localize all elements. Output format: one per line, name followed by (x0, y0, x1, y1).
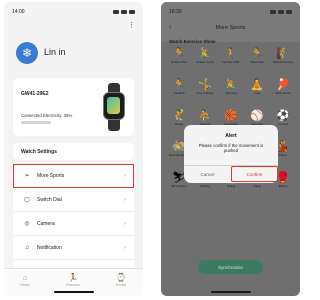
sport-label: Spinning (225, 91, 237, 95)
sport-label: Yoga (253, 91, 261, 95)
wifi-icon (121, 10, 127, 14)
sport-item-outdoor-cycle[interactable]: 🚴 Outdoor Cycle (192, 48, 218, 64)
alert-title: Alert (225, 133, 237, 139)
sport-label: Boxing (278, 184, 288, 188)
tab-label: Device (115, 283, 127, 287)
settings-menu: ➢ More Sports › ▢ Switch Dial › ◎ Camera › ♫ Notif… (13, 164, 134, 284)
tab-label: Home (20, 283, 30, 287)
sport-label: Indoor Run (250, 60, 264, 64)
sport-label: Outdoor Cycle (196, 60, 214, 64)
section-title: Watch Exercise Show (169, 39, 216, 44)
smartwatch-image (102, 83, 126, 131)
chevron-right-icon: › (124, 244, 126, 251)
home-icon: ⌂ (22, 273, 28, 282)
sport-item-spinning[interactable]: 🚴 Spinning (218, 79, 244, 95)
battery-status: Connected Electricity: 35% (21, 113, 73, 118)
bell-icon: ♫ (24, 244, 30, 251)
status-bar: 14:00 (12, 8, 135, 16)
alert-message: Please confirm if the movement is pushed (198, 143, 264, 154)
sport-item-skipping[interactable]: ⛹ Skipping (192, 110, 218, 126)
watch-icon: ⌚ (116, 273, 126, 282)
status-icons (270, 10, 292, 14)
sport-label: Ski Jumping (171, 184, 187, 188)
status-icons (113, 10, 135, 14)
tab-home[interactable]: ⌂ Home (10, 273, 40, 287)
wifi-icon (278, 10, 284, 14)
sport-item-indoor-run[interactable]: 🏃 Indoor Run (244, 48, 270, 64)
page-title: More Sports (215, 25, 246, 31)
device-screen-more-sports: 18:30 ‹ More Sports Watch Exercise Show … (161, 2, 300, 296)
run-icon: 🏃 (68, 273, 78, 282)
screenshot-canvas: 14:00 ⋮ ❄ Lin in GW41-29E2 Connected Ele… (0, 0, 305, 300)
tab-device[interactable]: ⌚ Device (106, 273, 136, 287)
tab-exercise[interactable]: 🏃 Exercise (58, 273, 88, 287)
chevron-right-icon: › (124, 196, 126, 203)
sport-item-sit-ups[interactable]: 🤾 Sit-ups (166, 110, 192, 126)
sport-item-baseball[interactable]: ⚾ Baseball (244, 110, 270, 126)
menu-item-label: More Sports (37, 172, 65, 179)
device-id-placeholder (21, 121, 51, 124)
sport-item-outdoor-walk[interactable]: 🚶 Outdoor Walk (218, 48, 244, 64)
menu-item-label: Camera (37, 220, 55, 227)
menu-item-label: Notification (37, 244, 62, 251)
sport-item-football[interactable]: ⚽ Football (270, 110, 296, 126)
camera-icon: ◎ (24, 221, 30, 227)
device-card[interactable]: GW41-29E2 Connected Electricity: 35% (13, 78, 134, 136)
sport-label: Mountaineering (273, 60, 293, 64)
sport-label: Free Training (196, 91, 214, 95)
send-icon: ➢ (24, 173, 30, 179)
battery-icon (129, 10, 135, 14)
device-screen-phone: 14:00 ⋮ ❄ Lin in GW41-29E2 Connected Ele… (4, 2, 143, 296)
sport-label: Treadmill (173, 91, 185, 95)
battery-icon (286, 10, 292, 14)
status-time: 14:00 (12, 9, 25, 15)
sport-label: Hiking (253, 184, 261, 188)
bottom-tab-bar: ⌂ Home 🏃 Exercise ⌚ Device (4, 268, 143, 296)
home-indicator (210, 291, 251, 293)
tab-label: Exercise (66, 283, 80, 287)
chevron-right-icon: › (124, 220, 126, 227)
status-bar: 18:30 (169, 8, 292, 16)
confirm-button[interactable]: Confirm (231, 166, 278, 182)
sport-label: Table Tennis (275, 91, 291, 95)
signal-icon (113, 10, 119, 14)
sport-label: Outdoor Run (170, 60, 187, 64)
menu-item-camera[interactable]: ◎ Camera › (13, 212, 134, 236)
cancel-button[interactable]: Cancel (184, 166, 231, 182)
sport-item-free-training[interactable]: 🤸 Free Training (192, 79, 218, 95)
sport-item-basketball[interactable]: 🏀 Basketball (218, 110, 244, 126)
menu-item-switch-dial[interactable]: ▢ Switch Dial › (13, 188, 134, 212)
status-time: 18:30 (169, 9, 182, 15)
watch-settings-header: Watch Settings (13, 143, 134, 160)
user-name: Lin in (44, 47, 66, 57)
sport-item-treadmill[interactable]: 🏃 Treadmill (166, 79, 192, 95)
alert-dialog: Alert Please confirm if the movement is … (184, 125, 278, 183)
snowflake-icon: ❄ (21, 46, 33, 60)
avatar[interactable]: ❄ (16, 42, 38, 64)
more-options-icon[interactable]: ⋮ (128, 22, 135, 29)
signal-icon (270, 10, 276, 14)
menu-item-label: Switch Dial (37, 196, 62, 203)
sport-item-table-tennis[interactable]: 🏓 Table Tennis (270, 79, 296, 95)
chevron-right-icon: › (124, 172, 126, 179)
menu-item-notification[interactable]: ♫ Notification › (13, 236, 134, 260)
sport-label: Rowing (200, 184, 210, 188)
device-model: GW41-29E2 (21, 91, 49, 97)
synchronize-button[interactable]: Synchronize (198, 260, 263, 274)
sport-item-yoga[interactable]: 🧘 Yoga (244, 79, 270, 95)
sport-label: Sailing (226, 184, 236, 188)
sport-item-outdoor-run[interactable]: 🏃 Outdoor Run (166, 48, 192, 64)
sport-label: Outdoor Walk (222, 60, 240, 64)
sport-item-mountaineering[interactable]: 🧗 Mountaineering (270, 48, 296, 64)
menu-item-more-sports[interactable]: ➢ More Sports › (13, 164, 134, 188)
home-indicator (53, 291, 94, 293)
dial-icon: ▢ (24, 197, 30, 203)
